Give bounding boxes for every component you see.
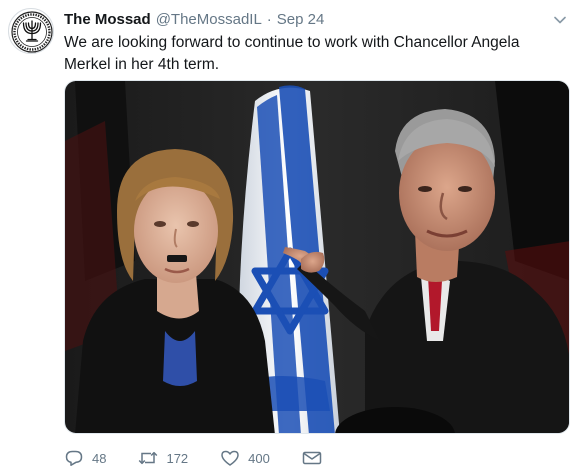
tweet-card[interactable]: The Mossad @TheMossadIL · Sep 24 We are … [0,0,584,474]
author-handle[interactable]: @TheMossadIL [156,11,262,28]
chevron-down-icon [554,16,566,24]
retweet-count: 172 [166,450,189,466]
reply-button[interactable]: 48 [64,449,106,467]
reply-icon [64,449,84,467]
retweet-icon [138,449,158,467]
author-display-name[interactable]: The Mossad [64,11,151,28]
tweet-menu-button[interactable] [552,12,568,28]
like-button[interactable]: 400 [220,449,270,467]
tweet-text: We are looking forward to continue to wo… [64,34,520,73]
retweet-button[interactable]: 172 [138,449,188,467]
reply-count: 48 [92,450,107,466]
mossad-emblem-icon [11,11,53,53]
heart-icon [220,449,240,467]
like-count: 400 [248,450,270,466]
tweet-timestamp[interactable]: Sep 24 [277,11,325,28]
envelope-icon [302,449,322,467]
tweet-photo[interactable] [64,80,570,434]
photo-merkel-netanyahu [65,81,569,433]
tweet-header: The Mossad @TheMossadIL · Sep 24 [64,9,324,29]
direct-message-button[interactable] [302,449,322,467]
tweet-actions: 48 172 400 [64,448,354,468]
separator-dot: · [266,10,272,28]
avatar[interactable] [8,8,54,54]
